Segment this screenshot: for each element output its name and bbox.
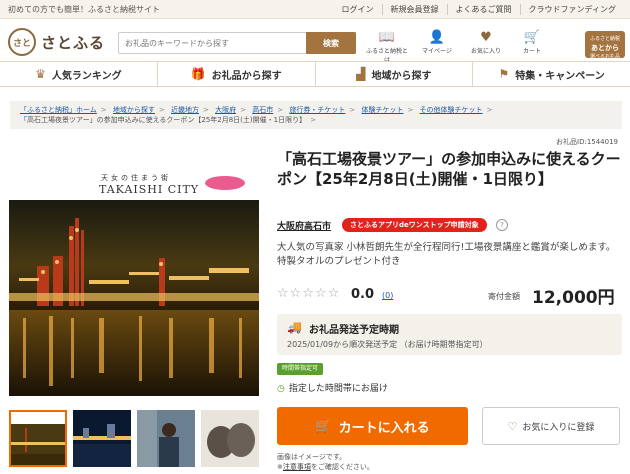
rating-stars: ☆☆☆☆☆ <box>277 286 341 301</box>
nav-ranking[interactable]: ♛ 人気ランキング <box>0 62 157 86</box>
time-slot-text: ◷ 指定した時間帯にお届け <box>277 384 388 394</box>
thumbnail-4[interactable] <box>201 410 259 467</box>
image-caption-city: TAKAISHI CITY <box>99 183 200 196</box>
thumbnail-3[interactable] <box>137 410 195 467</box>
review-count-link[interactable]: (0) <box>382 291 393 300</box>
nav-region[interactable]: ▟ 地域から探す <box>314 62 473 86</box>
breadcrumb-home[interactable]: 「ふるさと納税」ホーム <box>20 106 97 114</box>
heart-outline-icon: ♡ <box>507 419 518 433</box>
item-number: お礼品ID:1544019 <box>556 138 618 146</box>
search-button[interactable]: 検索 <box>306 32 356 54</box>
image-caption-small: 天女の住まう街 <box>101 174 171 182</box>
image-note: 画像はイメージです。 <box>277 453 347 461</box>
shipping-box: 🚚 お礼品発送予定時期 2025/01/09から順次発送予定 （お届け時期帯指定… <box>277 314 622 355</box>
crown-icon: ♛ <box>35 67 46 81</box>
favorites-button[interactable]: ♥ お気に入り <box>465 30 507 60</box>
book-icon: 📖 <box>378 30 396 45</box>
top-bar: 初めての方でも簡単！ふるさと納税サイト ログイン 新規会員登録 よくあるご質問 … <box>0 0 630 19</box>
hagoromo-logo-icon <box>205 176 245 190</box>
region-link[interactable]: 大阪府高石市 <box>277 219 331 232</box>
atokara-badge[interactable]: ふるさと納税 あとから 選べるお礼品 <box>585 31 625 60</box>
breadcrumb-kinki[interactable]: 近畿地方 <box>171 106 199 114</box>
register-link[interactable]: 新規会員登録 <box>381 4 447 15</box>
shipping-title: お礼品発送予定時期 <box>309 325 399 336</box>
breadcrumb-other[interactable]: その他体験チケット <box>420 106 483 114</box>
thumbnail-1[interactable] <box>9 410 67 467</box>
crowdfunding-link[interactable]: クラウドファンディング <box>519 4 624 15</box>
breadcrumb-region-search[interactable]: 地域から探す <box>113 106 155 114</box>
app-onestop-badge: さとふるアプリdeワンストップ申請対象 <box>342 218 487 232</box>
thumbnail-2[interactable] <box>73 410 131 467</box>
product-title: 「高石工場夜景ツアー」の参加申込みに使えるクーポン【25年2月8日(土)開催・1… <box>277 150 621 188</box>
breadcrumb-travel[interactable]: 旅行券・チケット <box>289 106 345 114</box>
site-tagline: 初めての方でも簡単！ふるさと納税サイト <box>8 5 160 14</box>
clock-icon: ◷ <box>277 384 285 394</box>
main-nav: ♛ 人気ランキング 🎁 お礼品から探す ▟ 地域から探す ⚑ 特集・キャンペーン <box>0 61 630 87</box>
cart-icon: 🛒 <box>523 30 541 45</box>
mypage-button[interactable]: 👤 マイページ <box>416 30 458 60</box>
breadcrumb-current: 「高石工場夜景ツアー」の参加申込みに使えるクーポン【25年2月8日(土)開催・1… <box>20 116 307 124</box>
time-slot-badge: 時間帯指定可 <box>277 363 324 375</box>
breadcrumb-experience[interactable]: 体験チケット <box>361 106 403 114</box>
gift-icon: 🎁 <box>190 67 206 81</box>
user-icon: 👤 <box>428 30 446 45</box>
nav-campaign[interactable]: ⚑ 特集・キャンペーン <box>472 62 630 86</box>
about-furusato-button[interactable]: 📖ふるさと納税とは <box>366 30 408 64</box>
main-product-image[interactable]: 天女の住まう街 TAKAISHI CITY <box>9 168 259 396</box>
region-icon: ▟ <box>356 67 366 81</box>
shipping-date: 2025/01/09から順次発送予定 （お届け時期帯指定可） <box>287 340 488 349</box>
rating-score: 0.0 <box>351 287 375 302</box>
caution-link[interactable]: 注意事項 <box>283 463 311 471</box>
nav-gifts[interactable]: 🎁 お礼品から探す <box>156 62 315 86</box>
breadcrumb: 「ふるさと納税」ホーム > 地域から探す > 近畿地方 > 大阪府 > 高石市 > 旅行券… <box>10 101 622 129</box>
logo-text: さとふる <box>41 33 106 52</box>
help-icon[interactable]: ? <box>496 219 508 231</box>
price-label: 寄付金額 <box>488 292 520 301</box>
breadcrumb-osaka[interactable]: 大阪府 <box>215 106 236 114</box>
add-to-cart-button[interactable]: 🛒 カートに入れる <box>277 407 468 445</box>
flag-icon: ⚑ <box>498 67 510 81</box>
add-favorite-button[interactable]: ♡ お気に入りに登録 <box>482 407 620 445</box>
truck-icon: 🚚 <box>287 320 302 334</box>
breadcrumb-takaishi[interactable]: 高石市 <box>252 106 273 114</box>
logo-mark-icon: さと <box>8 28 36 56</box>
site-header: さと さとふる 検索 📖ふるさと納税とは 👤マイページ ♥お気に入り 🛒カート … <box>0 19 630 64</box>
price-amount: 12,000円 <box>532 288 615 308</box>
top-links: ログイン 新規会員登録 よくあるご質問 クラウドファンディング <box>334 4 624 15</box>
site-logo[interactable]: さと さとふる <box>8 28 105 56</box>
cart-icon: 🛒 <box>315 418 332 434</box>
cart-header-button[interactable]: 🛒 カート <box>511 30 553 60</box>
login-link[interactable]: ログイン <box>334 4 382 15</box>
faq-link[interactable]: よくあるご質問 <box>446 4 520 15</box>
heart-icon: ♥ <box>480 30 492 45</box>
caution-note: ※注意事項をご確認ください。 <box>277 463 374 471</box>
product-description: 大人気の写真家 小林哲朗先生が全行程同行!工場夜景講座と鑑賞が楽しめます。特製タ… <box>277 242 616 267</box>
